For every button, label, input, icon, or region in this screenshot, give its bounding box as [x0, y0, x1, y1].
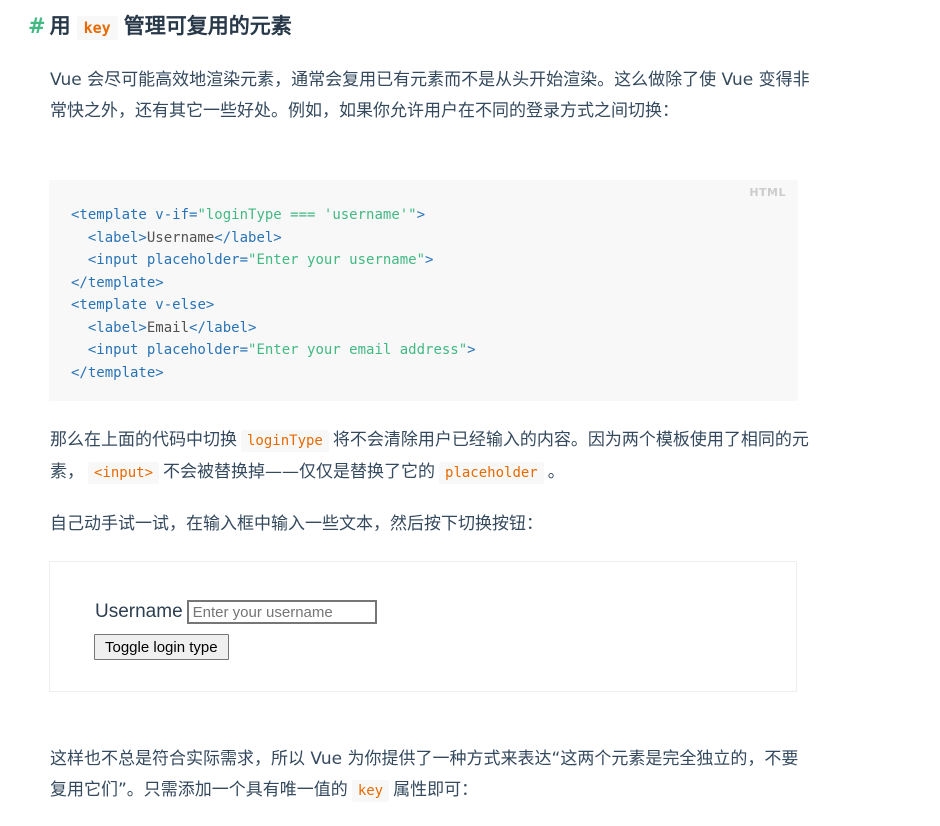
toggle-login-type-button[interactable]: Toggle login type	[94, 634, 229, 660]
docs-page: # 用 key 管理可复用的元素 Vue 会尽可能高效地渲染元素，通常会复用已有元素而…	[0, 0, 940, 826]
heading-suffix: 管理可复用的元素	[123, 14, 292, 38]
code-placeholder: placeholder	[439, 462, 544, 484]
code-line: <template v-if="loginType === 'username'…	[71, 207, 426, 223]
code-input-tag: <input>	[88, 462, 160, 484]
para-text: 那么在上面的代码中切换	[50, 430, 237, 450]
code-line: <label>Username</label>	[71, 229, 282, 246]
code-line: <label>Email</label>	[71, 319, 257, 336]
code-language-label: HTML	[749, 186, 786, 199]
code-line: <template v-else>	[71, 297, 215, 313]
para-text: 。	[547, 462, 565, 482]
intro-paragraph: Vue 会尽可能高效地渲染元素，通常会复用已有元素而不是从头开始渲染。这么做除了…	[50, 70, 810, 121]
code-line: <input placeholder="Enter your username"…	[71, 252, 434, 268]
para-text: 不会被替换掉——仅仅是替换了它的	[163, 462, 436, 482]
username-input[interactable]	[186, 600, 377, 624]
anchor-hash-link[interactable]: #	[28, 14, 46, 38]
explanation-paragraph: 那么在上面的代码中切换 loginType 将不会清除用户已经输入的内容。因为两个模…	[50, 425, 810, 489]
demo-username-label: Username	[95, 601, 183, 622]
heading-code-key: key	[76, 16, 118, 40]
code-line: </template>	[71, 364, 164, 381]
demo-box: Username Toggle login type	[49, 561, 797, 692]
demo-row: Username	[95, 600, 377, 624]
para-text: 属性即可：	[393, 780, 479, 800]
code-block: HTML <template v-if="loginType === 'user…	[49, 180, 798, 401]
code-line: <input placeholder="Enter your email add…	[71, 342, 476, 358]
code-line: </template>	[71, 274, 164, 291]
heading-prefix: 用	[49, 14, 71, 38]
code-key: key	[351, 780, 390, 802]
code-logintype: loginType	[241, 430, 329, 452]
code-content: <template v-if="loginType === 'username'…	[71, 204, 476, 384]
key-paragraph: 这样也不总是符合实际需求，所以 Vue 为你提供了一种方式来表达“这两个元素是完…	[50, 744, 810, 807]
try-it-paragraph: 自己动手试一试，在输入框中输入一些文本，然后按下切换按钮：	[50, 514, 543, 534]
section-heading: # 用 key 管理可复用的元素	[28, 10, 292, 44]
